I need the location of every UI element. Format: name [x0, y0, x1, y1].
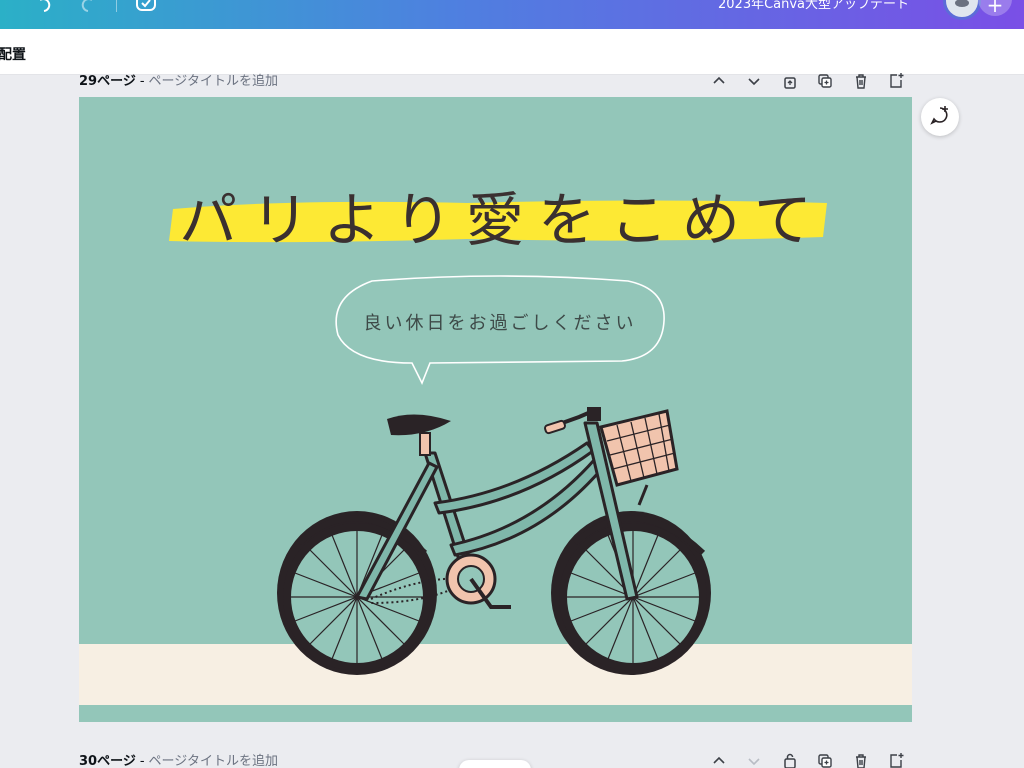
chevron-up-icon[interactable] [701, 750, 737, 768]
duplicate-icon[interactable] [808, 750, 844, 768]
redo-icon[interactable] [76, 0, 98, 16]
page-title-input[interactable]: ページタイトルを追加 [149, 754, 278, 768]
page-number: 30ページ [79, 754, 136, 768]
duplicate-icon[interactable] [808, 70, 844, 92]
chevron-down-icon[interactable] [737, 70, 773, 92]
bicycle-illustration[interactable] [275, 403, 717, 677]
slide-canvas[interactable]: パリより愛をこめて 良い休日をお過ごしください [79, 97, 912, 722]
page-tools [701, 70, 914, 92]
chevron-down-icon[interactable] [737, 750, 773, 768]
position-button[interactable]: 配置 [0, 44, 26, 64]
lock-icon[interactable] [772, 70, 808, 92]
page-number: 29ページ [79, 74, 136, 89]
add-comment-button[interactable] [921, 98, 959, 136]
speech-bubble-text[interactable]: 良い休日をお過ごしください [332, 309, 668, 335]
add-page-icon[interactable] [879, 70, 915, 92]
toolbar-divider [116, 0, 117, 12]
page-separator: - [139, 74, 145, 89]
page-tools [701, 750, 914, 768]
trash-icon[interactable] [843, 70, 879, 92]
top-bar: 2023年Canva大型アップデート + [0, 0, 1024, 29]
save-status-icon[interactable] [135, 0, 157, 16]
add-collaborator-button[interactable]: + [978, 0, 1012, 17]
page-separator: - [139, 754, 145, 768]
user-avatar[interactable] [943, 0, 981, 20]
add-comment-icon [929, 104, 951, 130]
bottom-floating-button[interactable] [459, 760, 531, 768]
trash-icon[interactable] [843, 750, 879, 768]
lock-icon[interactable] [772, 750, 808, 768]
chevron-up-icon[interactable] [701, 70, 737, 92]
page-header-29: 29ページ - ページタイトルを追加 [79, 70, 914, 92]
document-title[interactable]: 2023年Canva大型アップデート [718, 0, 909, 12]
slide-headline[interactable]: パリより愛をこめて [79, 173, 912, 257]
undo-icon[interactable] [34, 0, 56, 16]
context-toolbar: 配置 [0, 29, 1024, 75]
add-page-icon[interactable] [879, 750, 915, 768]
page-title-input[interactable]: ページタイトルを追加 [149, 74, 278, 89]
